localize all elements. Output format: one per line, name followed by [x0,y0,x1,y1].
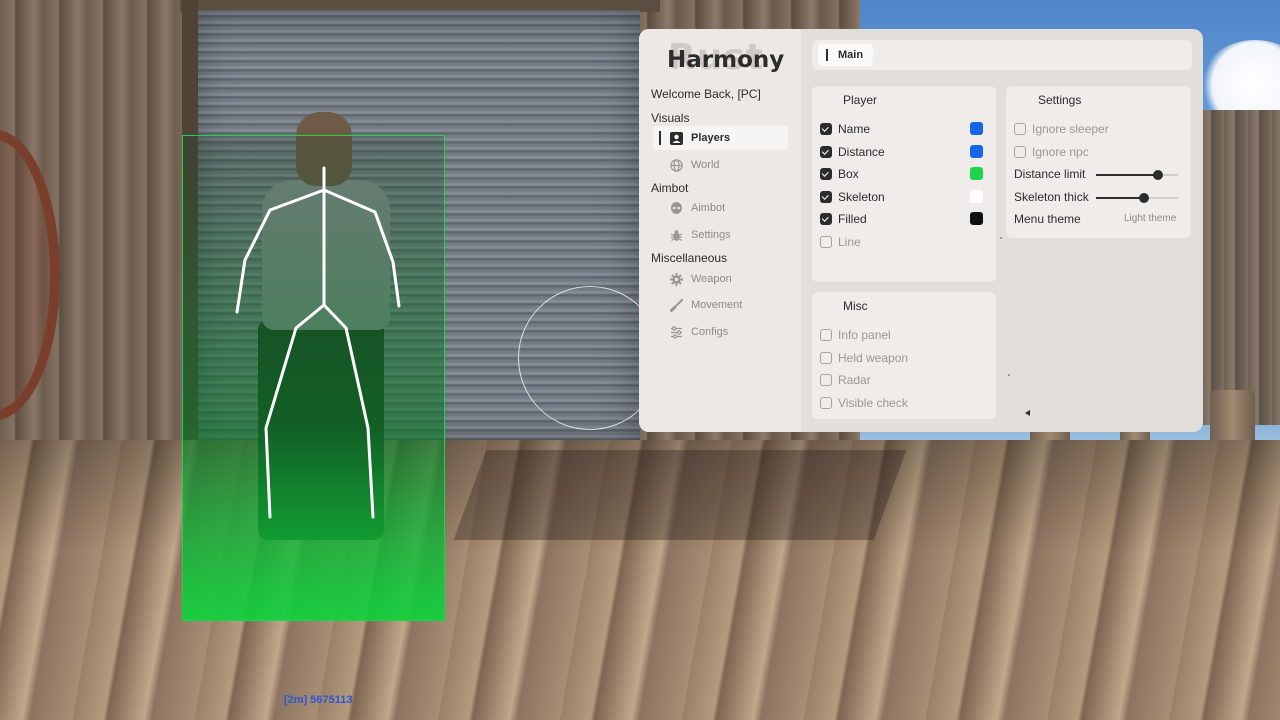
checkbox[interactable] [820,236,832,248]
section-aimbot: Aimbot [651,181,689,195]
tab-main[interactable]: Main [818,44,874,66]
checkbox-row-line[interactable]: Line [820,233,861,251]
checkbox-label: Visible check [838,396,908,410]
checkbox-row-box[interactable]: Box [820,165,859,183]
slider-handle[interactable] [1138,193,1149,203]
menu-theme-label: Menu theme [1014,212,1081,226]
checkbox-label: Ignore sleeper [1032,122,1109,136]
settings-panel: Settings Ignore sleeper Ignore npc Dista… [1006,86,1191,238]
bug-icon [669,228,683,242]
menu-theme-dropdown[interactable]: Light theme [1124,213,1176,224]
nav-item-movement[interactable]: Movement [653,293,788,317]
checkbox-label: Radar [838,373,871,387]
color-picker-filled[interactable] [970,212,983,225]
nav-item-players[interactable]: Players [653,126,788,150]
active-indicator [826,49,828,61]
panel-title: Misc [843,299,868,313]
slider-fill [1096,174,1159,176]
checkbox-label: Ignore npc [1032,145,1089,159]
checkbox-row-distance[interactable]: Distance [820,143,885,161]
stray-dot [1000,237,1002,239]
checkbox[interactable] [820,397,832,409]
alien-icon [669,201,683,215]
checkbox-row-held-weapon[interactable]: Held weapon [820,349,908,367]
checkbox[interactable] [820,168,832,180]
checkbox-row-info-panel[interactable]: Info panel [820,326,891,344]
nav-item-aimbot-settings[interactable]: Settings [653,223,788,247]
slider-distance-limit[interactable] [1096,170,1178,180]
checkbox-label: Filled [838,212,867,226]
skeleton-left-arm [235,188,326,314]
nav-label: Settings [691,229,731,241]
player-panel: Player Name Distance Box Skeleton Filled… [812,86,996,282]
panel-title: Settings [1038,93,1082,107]
slider-label-distance-limit: Distance limit [1014,167,1086,181]
nav-item-world[interactable]: World [653,153,788,177]
skeleton-left-leg [264,303,326,519]
nav-label: World [691,159,720,171]
checkbox[interactable] [820,374,832,386]
esp-distance-name-label: [2m] 5675113 [284,694,353,706]
checkbox-label: Name [838,122,871,136]
checkbox[interactable] [1014,146,1026,158]
nav-label: Players [691,132,731,144]
nav-item-weapon[interactable]: Weapon [653,267,788,291]
panel-title: Player [843,93,878,107]
sliders-icon [669,325,683,339]
section-miscellaneous: Miscellaneous [651,251,728,265]
section-visuals: Visuals [651,111,690,125]
welcome-text: Welcome Back, [PC] [651,87,761,101]
nav-item-aimbot[interactable]: Aimbot [653,196,788,220]
checkbox-row-skeleton[interactable]: Skeleton [820,188,885,206]
slider-label-skeleton-thick: Skeleton thick [1014,190,1089,204]
color-picker-name[interactable] [970,122,983,135]
nav-label: Weapon [691,273,732,285]
checkbox-label: Line [838,235,861,249]
menu-sidebar: Rust Harmony Welcome Back, [PC] Visuals … [639,29,801,432]
gear-icon [669,272,683,286]
checkbox-row-name[interactable]: Name [820,120,870,138]
tab-label: Main [838,49,864,61]
checkbox[interactable] [820,329,832,341]
checkbox-row-ignore-npc[interactable]: Ignore npc [1014,143,1089,161]
checkbox[interactable] [820,191,832,203]
slider-skeleton-thick[interactable] [1096,193,1178,203]
slider-handle[interactable] [1153,170,1164,180]
color-picker-skeleton[interactable] [970,190,983,203]
checkbox-row-filled[interactable]: Filled [820,210,867,228]
checkbox-row-ignore-sleeper[interactable]: Ignore sleeper [1014,120,1109,138]
globe-icon [669,158,683,172]
nav-label: Configs [691,326,729,338]
checkbox-row-visible-check[interactable]: Visible check [820,394,908,412]
checkbox-label: Info panel [838,328,891,342]
active-indicator [659,131,661,145]
skeleton-right-arm [322,188,401,308]
mouse-cursor-icon [1025,410,1030,416]
checkbox-label: Distance [838,145,885,159]
nav-label: Aimbot [691,202,726,214]
nav-item-configs[interactable]: Configs [653,320,788,344]
checkbox[interactable] [820,352,832,364]
checkbox[interactable] [820,146,832,158]
brush-icon [669,298,683,312]
color-picker-box[interactable] [970,167,983,180]
misc-panel: Misc Info panel Held weapon Radar Visibl… [812,292,996,419]
nav-label: Movement [691,299,743,311]
checkbox[interactable] [1014,123,1026,135]
tab-bar: Main [812,40,1192,70]
user-square-icon [669,131,683,145]
stray-dot [1008,374,1010,376]
checkbox-label: Box [838,167,859,181]
checkbox[interactable] [820,213,832,225]
skeleton-right-leg [322,303,375,519]
checkbox-label: Held weapon [838,351,909,365]
cheat-menu-window[interactable]: Rust Harmony Welcome Back, [PC] Visuals … [639,29,1203,432]
checkbox-label: Skeleton [838,190,885,204]
checkbox[interactable] [820,123,832,135]
brand-title: Harmony [667,47,785,73]
checkbox-row-radar[interactable]: Radar [820,371,871,389]
slider-fill [1096,197,1144,199]
color-picker-distance[interactable] [970,145,983,158]
